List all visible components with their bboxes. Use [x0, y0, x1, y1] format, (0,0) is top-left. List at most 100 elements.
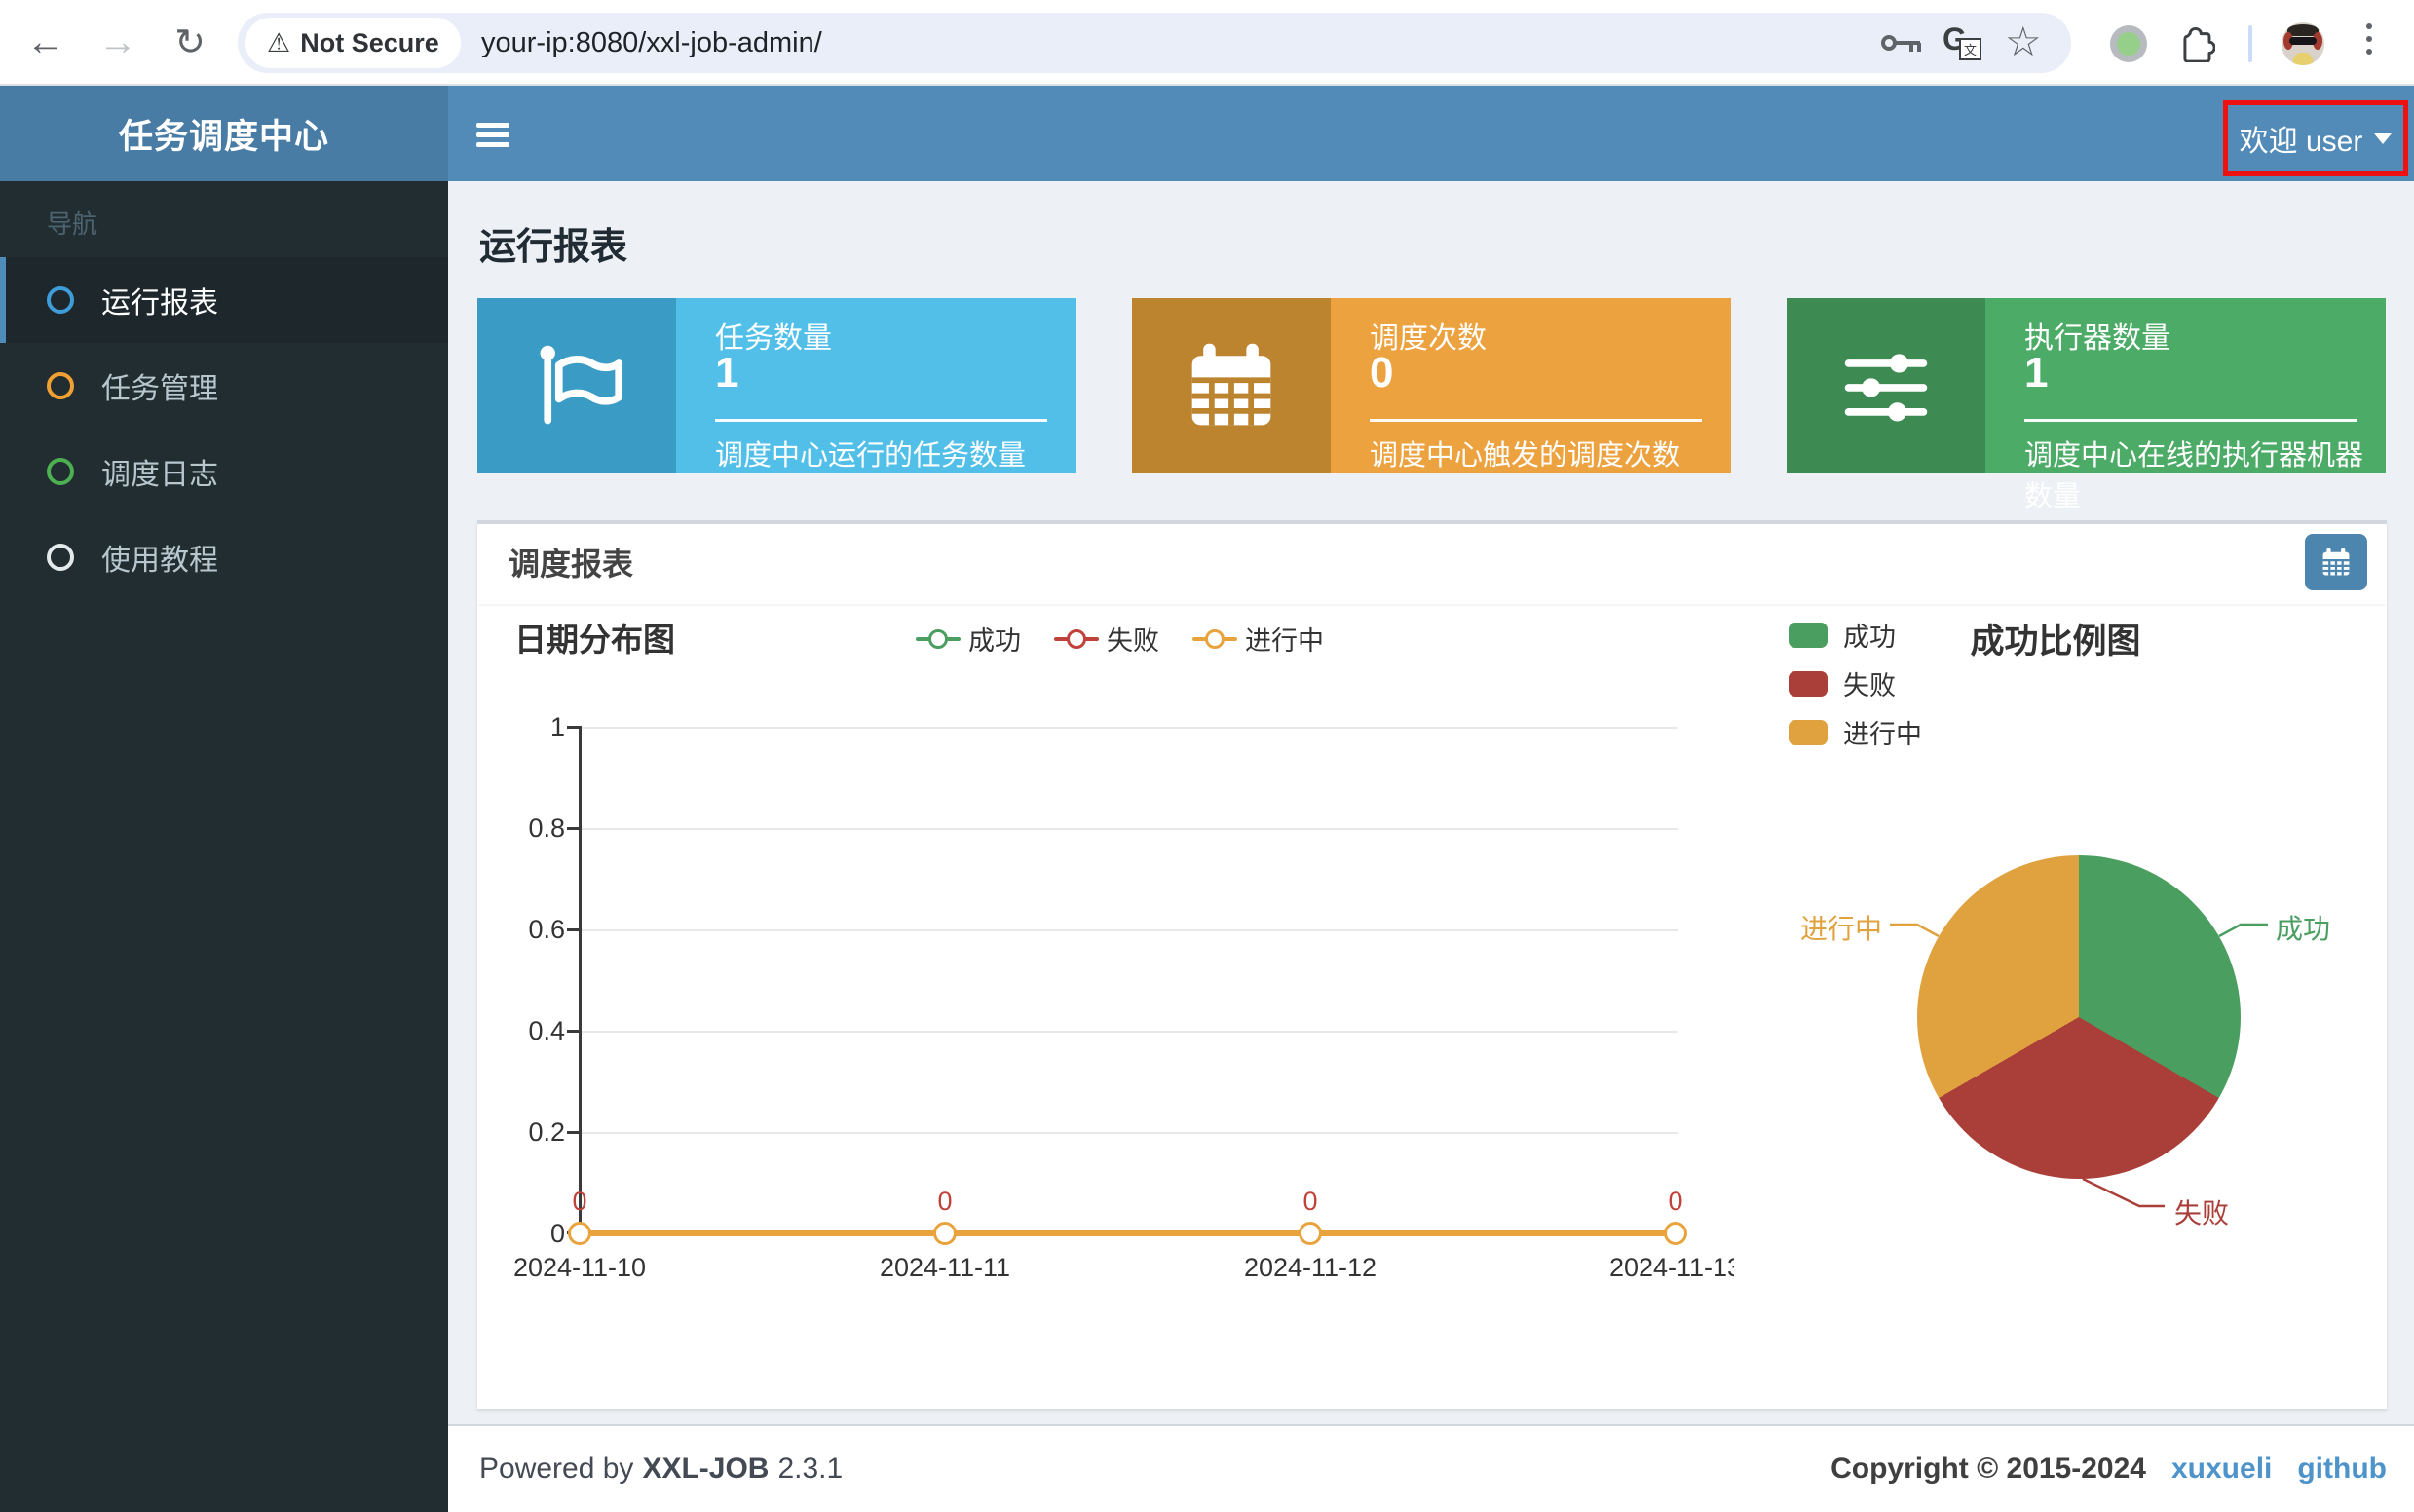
circle-icon [47, 286, 74, 314]
bookmark-star-icon[interactable]: ☆ [2005, 18, 2042, 65]
sidebar-item-label: 使用教程 [101, 536, 218, 579]
pie-callout-success: 成功 [2276, 908, 2330, 947]
legend-item-running[interactable]: 进行中 [1192, 620, 1324, 658]
translate-icon[interactable]: G 文 [1943, 21, 1981, 62]
circle-icon [47, 458, 74, 485]
point-value-label: 0 [916, 1187, 974, 1217]
page-title: 运行报表 [479, 216, 627, 270]
toolbar-separator [2248, 25, 2252, 62]
gridline [580, 929, 1678, 931]
y-axis-label: 0.6 [497, 915, 565, 945]
extension-status-dot [2117, 32, 2140, 56]
sidebar-item-label: 运行报表 [101, 279, 218, 321]
point-value-label: 0 [550, 1187, 609, 1217]
stat-value: 0 [1370, 349, 1393, 397]
data-point [933, 1222, 957, 1245]
circle-icon [47, 544, 74, 571]
line-chart-title: 日期分布图 [514, 614, 675, 661]
x-axis-label: 2024-11-13 [1593, 1253, 1734, 1283]
y-tick [567, 827, 579, 830]
data-point [568, 1222, 591, 1245]
circle-icon [47, 372, 74, 399]
sidebar-section-label: 导航 [47, 205, 97, 241]
browser-menu-icon[interactable] [2365, 23, 2373, 55]
password-key-icon[interactable] [1880, 29, 1923, 57]
y-tick [567, 1030, 579, 1033]
date-range-button[interactable] [2305, 534, 2367, 590]
legend-item-fail[interactable]: 失败 [1054, 620, 1159, 658]
line-marker-icon [916, 629, 961, 649]
copyright: Copyright © 2015-2024 [1830, 1453, 2146, 1486]
back-icon[interactable]: ← [23, 19, 68, 64]
legend-label: 失败 [1107, 620, 1159, 658]
github-link[interactable]: github [2297, 1453, 2387, 1486]
pie-label-leader-lines [1734, 608, 2377, 1305]
sidebar-item-label: 任务管理 [101, 364, 218, 407]
sidebar-toggle-icon[interactable] [476, 123, 509, 147]
x-axis-label: 2024-11-12 [1227, 1253, 1393, 1283]
forward-icon[interactable]: → [95, 19, 140, 64]
footer-right: Copyright © 2015-2024 xuxueli github [1830, 1426, 2387, 1512]
product-name: XXL-JOB [642, 1453, 769, 1486]
data-point [1299, 1222, 1322, 1245]
address-bar[interactable]: ⚠ Not Secure your-ip:8080/xxl-job-admin/ [238, 13, 2071, 73]
point-value-label: 0 [1646, 1187, 1705, 1217]
panel-header-divider [479, 604, 2385, 606]
sidebar-item-job-manage[interactable]: 任务管理 [0, 343, 448, 429]
stat-desc: 调度中心运行的任务数量 [715, 433, 1026, 473]
calendar-icon [1132, 298, 1331, 473]
y-axis-label: 0 [497, 1219, 565, 1249]
pie-callout-fail: 失败 [2174, 1192, 2229, 1231]
x-axis-label: 2024-11-10 [497, 1253, 662, 1283]
avatar-sunglasses [2289, 37, 2317, 45]
y-tick [567, 928, 579, 931]
gridline [580, 828, 1678, 830]
legend-item-success[interactable]: 成功 [916, 620, 1021, 658]
reload-icon[interactable]: ↻ [168, 19, 212, 64]
security-chip[interactable]: ⚠ Not Secure [245, 18, 461, 68]
legend-label: 成功 [968, 620, 1021, 658]
point-value-label: 0 [1281, 1187, 1339, 1217]
sliders-icon [1787, 298, 1985, 473]
data-point [1664, 1222, 1687, 1245]
app-logo[interactable]: 任务调度中心 [0, 86, 448, 181]
y-tick [567, 1131, 579, 1134]
panel-title: 调度报表 [509, 540, 633, 585]
sidebar: 导航 运行报表 任务管理 调度日志 使用教程 [0, 181, 448, 1512]
product-version: 2.3.1 [777, 1453, 843, 1486]
stat-value: 1 [715, 349, 738, 397]
screen: ← → ↻ ⚠ Not Secure your-ip:8080/xxl-job-… [0, 0, 2414, 1512]
stat-divider [2024, 419, 2357, 422]
running-series-line [580, 1230, 1677, 1236]
sidebar-item-run-report[interactable]: 运行报表 [0, 257, 448, 343]
xuxueli-link[interactable]: xuxueli [2171, 1453, 2272, 1486]
y-axis-label: 0.8 [497, 813, 565, 844]
browser-toolbar: ← → ↻ ⚠ Not Secure your-ip:8080/xxl-job-… [0, 0, 2414, 86]
stat-box-job-count: 任务数量 1 调度中心运行的任务数量 [477, 298, 1076, 473]
sidebar-item-tutorial[interactable]: 使用教程 [0, 514, 448, 600]
extensions-puzzle-icon[interactable] [2178, 25, 2215, 62]
legend-label: 进行中 [1245, 620, 1324, 658]
y-tick [567, 726, 579, 729]
stat-divider [1370, 419, 1702, 422]
success-ratio-chart: 成功比例图 成功 失败 进行中 成功 进行中 失败 [1734, 608, 2377, 1305]
stat-desc: 调度中心在线的执行器机器数量 [2024, 433, 2386, 514]
flag-icon [477, 298, 676, 473]
extension-status-icon[interactable] [2110, 25, 2147, 62]
app-header [448, 86, 2414, 181]
powered-by: Powered by XXL-JOB 2.3.1 [479, 1426, 843, 1512]
stat-box-trigger-count: 调度次数 0 调度中心触发的调度次数 [1132, 298, 1731, 473]
footer: Powered by XXL-JOB 2.3.1 Copyright © 201… [448, 1424, 2414, 1512]
stat-divider [715, 419, 1047, 422]
sidebar-item-dispatch-log[interactable]: 调度日志 [0, 429, 448, 514]
line-chart-legend: 成功 失败 进行中 [916, 620, 1324, 658]
calendar-icon [2320, 547, 2352, 578]
stat-value: 1 [2024, 349, 2048, 397]
warning-icon: ⚠ [267, 28, 290, 58]
profile-avatar[interactable] [2282, 22, 2324, 65]
security-chip-label: Not Secure [300, 28, 439, 58]
welcome-user-dropdown[interactable]: 欢迎 user [2240, 117, 2363, 160]
url-text[interactable]: your-ip:8080/xxl-job-admin/ [481, 13, 822, 73]
sidebar-item-label: 调度日志 [101, 450, 218, 493]
pie-callout-running: 进行中 [1789, 908, 1882, 947]
